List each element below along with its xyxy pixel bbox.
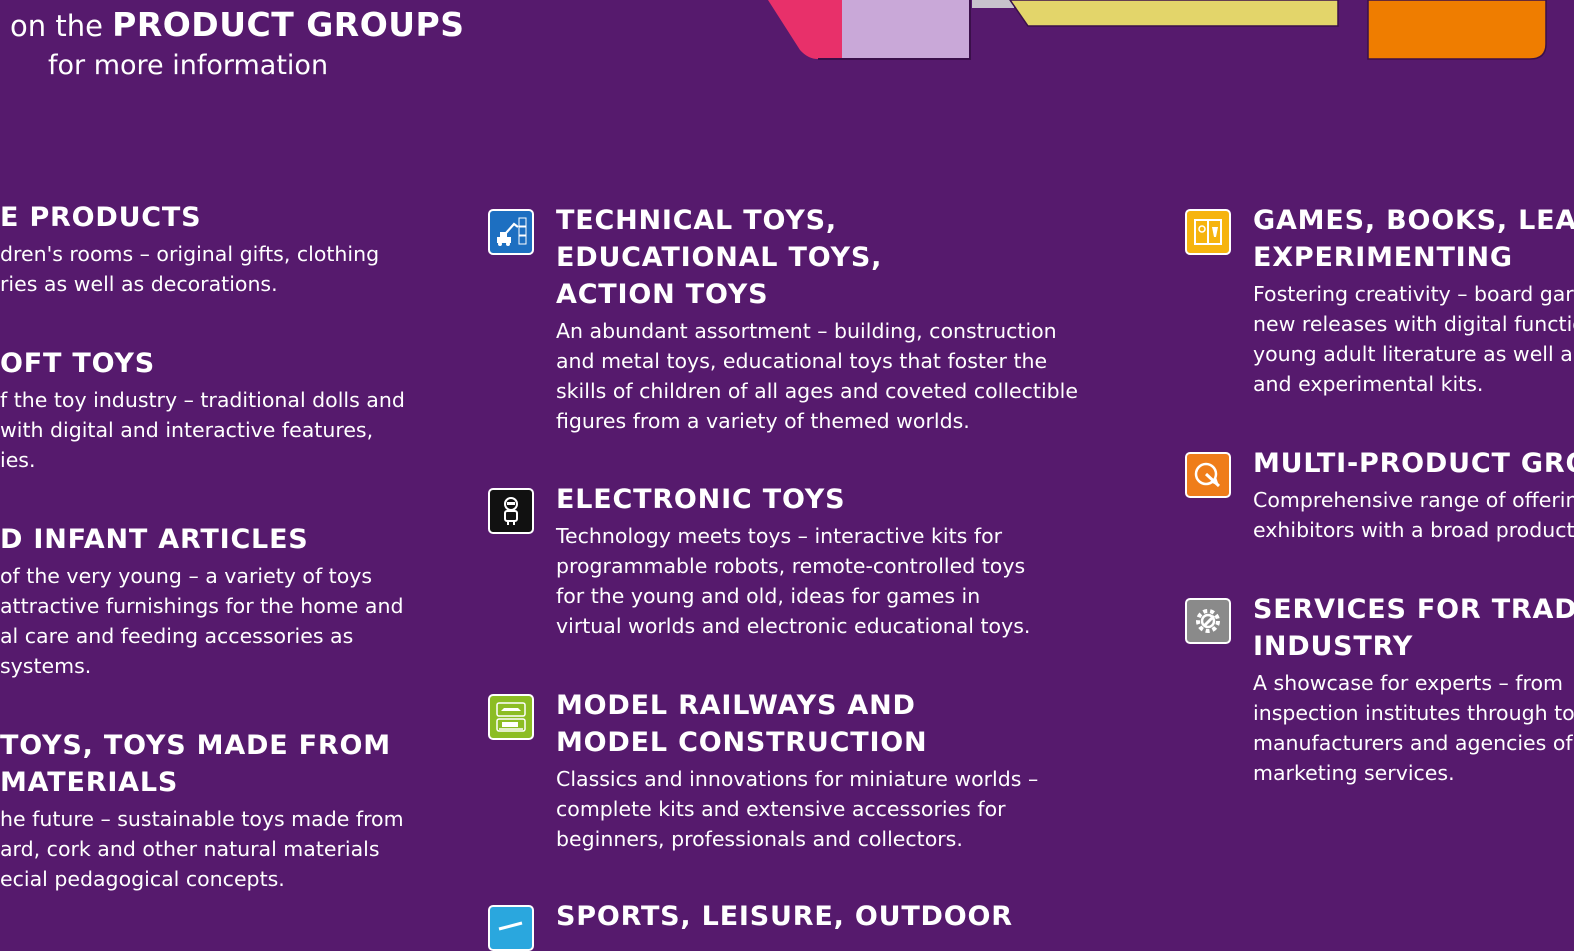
intro-highlight-link[interactable]: PRODUCT GROUPS bbox=[112, 5, 464, 44]
group-title: TOYS, TOYS MADE FROM MATERIALS bbox=[0, 730, 391, 798]
product-group-services[interactable]: SERVICES FOR TRADE INDUSTRY A showcase f… bbox=[1253, 591, 1574, 788]
group-description: Fostering creativity – board gar new rel… bbox=[1253, 282, 1574, 396]
group-description: of the very young – a variety of toys at… bbox=[0, 564, 404, 678]
group-title: D INFANT ARTICLES bbox=[0, 524, 309, 555]
group-title: MULTI-PRODUCT GROU bbox=[1253, 448, 1574, 479]
group-description: f the toy industry – traditional dolls a… bbox=[0, 388, 405, 472]
intro-line-1: on the PRODUCT GROUPS bbox=[10, 4, 465, 47]
group-title: GAMES, BOOKS, LEAR EXPERIMENTING bbox=[1253, 205, 1574, 273]
group-title: MODEL RAILWAYS AND MODEL CONSTRUCTION bbox=[556, 690, 928, 758]
excavator-abc-icon[interactable] bbox=[488, 209, 534, 255]
product-group-sports-leisure[interactable]: SPORTS, LEISURE, OUTDOOR bbox=[556, 898, 1013, 935]
grey-shape bbox=[972, 0, 1014, 8]
book-game-icon[interactable] bbox=[1185, 209, 1231, 255]
product-group-games-books[interactable]: GAMES, BOOKS, LEAR EXPERIMENTING Fosteri… bbox=[1253, 202, 1574, 399]
group-title: SERVICES FOR TRADE INDUSTRY bbox=[1253, 594, 1574, 662]
group-description: dren's rooms – original gifts, clothing … bbox=[0, 242, 380, 296]
orange-shape bbox=[1367, 0, 1547, 60]
sports-icon[interactable] bbox=[488, 905, 534, 951]
group-title: TECHNICAL TOYS, EDUCATIONAL TOYS, ACTION… bbox=[556, 205, 883, 310]
intro-prefix: on the bbox=[10, 9, 103, 43]
pink-shape bbox=[768, 0, 842, 59]
model-train-icon[interactable] bbox=[488, 694, 534, 740]
multi-product-icon[interactable] bbox=[1185, 452, 1231, 498]
group-title: OFT TOYS bbox=[0, 348, 156, 379]
group-title: SPORTS, LEISURE, OUTDOOR bbox=[556, 901, 1013, 932]
group-description: Comprehensive range of offerin exhibitor… bbox=[1253, 488, 1574, 542]
group-title: E PRODUCTS bbox=[0, 202, 202, 233]
robot-icon[interactable] bbox=[488, 488, 534, 534]
product-group-left-1[interactable]: E PRODUCTS dren's rooms – original gifts… bbox=[0, 199, 379, 299]
lilac-shape bbox=[842, 0, 970, 59]
product-group-left-2[interactable]: OFT TOYS f the toy industry – traditiona… bbox=[0, 345, 405, 475]
product-group-multi-product[interactable]: MULTI-PRODUCT GROU Comprehensive range o… bbox=[1253, 445, 1574, 545]
gear-wrench-icon[interactable] bbox=[1185, 598, 1231, 644]
group-description: A showcase for experts – from inspection… bbox=[1253, 671, 1574, 785]
intro-suffix: for more information bbox=[48, 50, 329, 81]
group-description: An abundant assortment – building, const… bbox=[556, 319, 1078, 433]
product-group-technical-toys[interactable]: TECHNICAL TOYS, EDUCATIONAL TOYS, ACTION… bbox=[556, 202, 1078, 436]
group-description: he future – sustainable toys made from a… bbox=[0, 807, 404, 891]
product-group-left-4[interactable]: TOYS, TOYS MADE FROM MATERIALS he future… bbox=[0, 727, 404, 894]
product-group-electronic-toys[interactable]: ELECTRONIC TOYS Technology meets toys – … bbox=[556, 481, 1030, 641]
intro: on the PRODUCT GROUPS for more informati… bbox=[10, 4, 465, 85]
product-group-left-3[interactable]: D INFANT ARTICLES of the very young – a … bbox=[0, 521, 404, 681]
yellow-shape bbox=[1009, 0, 1339, 27]
group-description: Classics and innovations for miniature w… bbox=[556, 767, 1039, 851]
product-group-model-railways[interactable]: MODEL RAILWAYS AND MODEL CONSTRUCTION Cl… bbox=[556, 687, 1038, 854]
group-description: Technology meets toys – interactive kits… bbox=[556, 524, 1031, 638]
group-title: ELECTRONIC TOYS bbox=[556, 484, 846, 515]
